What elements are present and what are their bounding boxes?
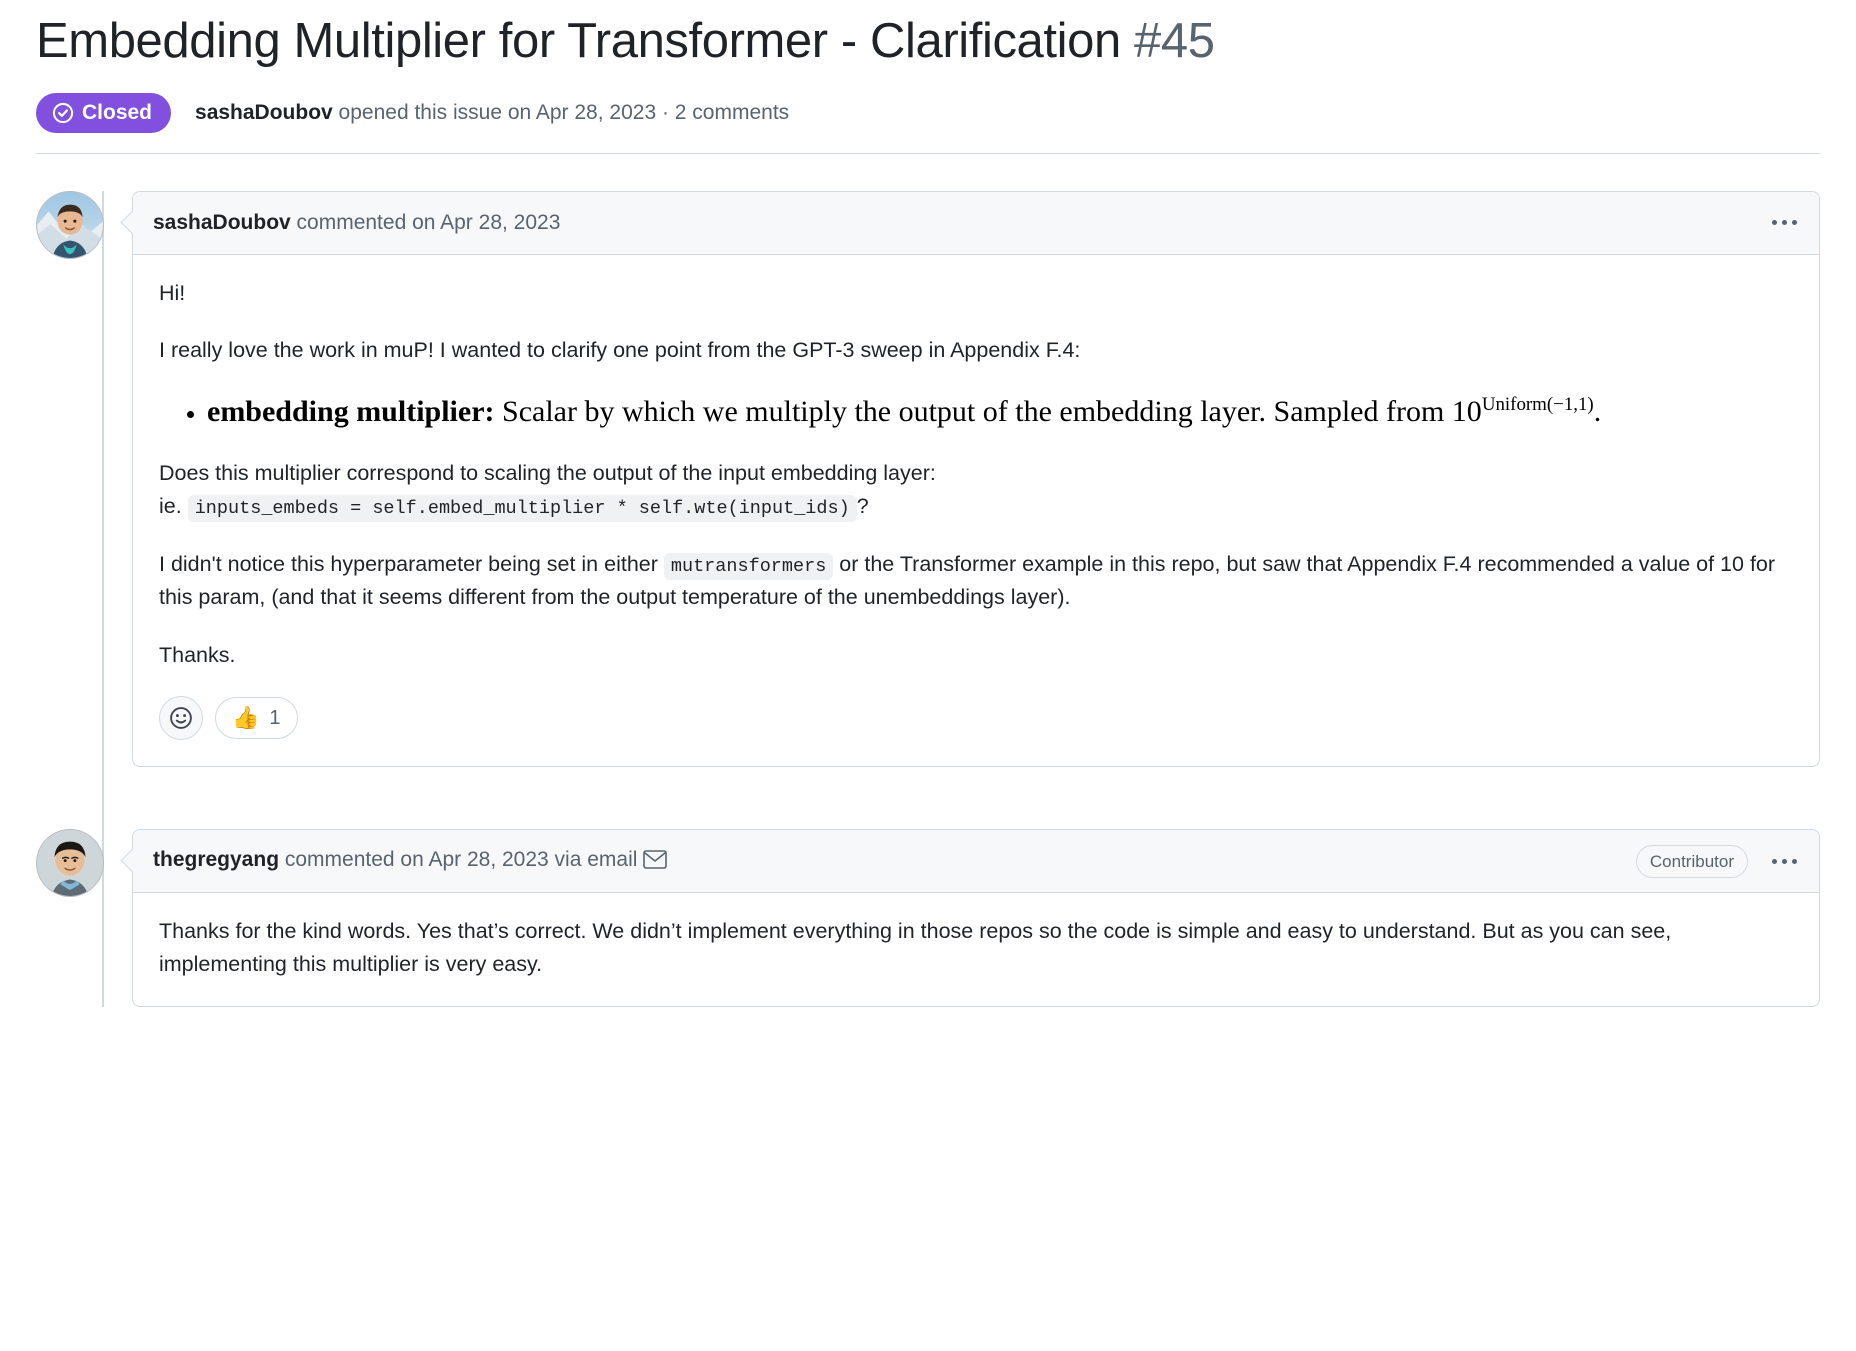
smiley-icon (170, 707, 192, 729)
comment-header-text: sashaDoubov commented on Apr 28, 2023 (153, 209, 560, 236)
comment-block: thegregyang commented on Apr 28, 2023 vi… (36, 829, 1820, 1007)
kebab-dot (1792, 220, 1797, 226)
ie-suffix: ? (856, 494, 869, 519)
issue-page: Embedding Multiplier for Transformer - C… (0, 13, 1856, 1007)
comment-paragraph-intro: I really love the work in muP! I wanted … (159, 338, 1081, 363)
kebab-horizontal-icon[interactable] (1770, 216, 1799, 229)
comment-paragraph-reply: Thanks for the kind words. Yes that’s co… (159, 919, 1672, 977)
thegregyang-avatar-image (37, 830, 103, 897)
reaction-thumbs-up[interactable]: 👍 1 (215, 697, 298, 740)
comment-paragraph-thanks: Thanks. (159, 642, 236, 667)
add-reaction-button[interactable] (159, 696, 203, 741)
email-envelope-icon (643, 849, 668, 876)
comment-body: Thanks for the kind words. Yes that’s co… (133, 893, 1819, 982)
math-text-2: . (1593, 395, 1602, 429)
kebab-dot (1782, 858, 1787, 864)
inline-code-mutransformers: mutransformers (663, 552, 834, 580)
para3-part1: I didn't notice this hyperparameter bein… (159, 551, 664, 576)
kebab-horizontal-icon[interactable] (1770, 855, 1799, 868)
math-bullet-list: embedding multiplier: Scalar by which we… (159, 391, 1793, 432)
comment-header-actions: Contributor (1635, 844, 1799, 878)
comment-card: thegregyang commented on Apr 28, 2023 vi… (132, 829, 1820, 1007)
question-line: Does this multiplier correspond to scali… (159, 460, 936, 485)
contributor-badge: Contributor (1635, 844, 1748, 878)
math-text-1: Scalar by which we multiply the output o… (494, 395, 1482, 429)
status-badge: Closed (36, 92, 172, 133)
comment-paragraph-hyperparameter: I didn't notice this hyperparameter bein… (159, 548, 1793, 615)
comment-author-link[interactable]: sashaDoubov (153, 211, 291, 234)
issue-meta-row: Closed sashaDoubov opened this issue on … (36, 92, 1820, 154)
check-circle-icon (52, 102, 74, 123)
comment-timeline: sashaDoubov commented on Apr 28, 2023 Hi… (36, 190, 1820, 1007)
inline-code-snippet: inputs_embeds = self.embed_multiplier * … (187, 495, 857, 523)
avatar[interactable] (36, 190, 104, 259)
page-title: Embedding Multiplier for Transformer - C… (36, 13, 1820, 71)
ie-prefix: ie. (159, 494, 182, 519)
comment-block: sashaDoubov commented on Apr 28, 2023 Hi… (36, 190, 1820, 768)
list-item: embedding multiplier: Scalar by which we… (207, 391, 1793, 432)
math-term: embedding multiplier: (207, 395, 495, 429)
comment-header-text: thegregyang commented on Apr 28, 2023 vi… (153, 846, 668, 876)
thumbs-up-icon: 👍 (232, 705, 260, 731)
kebab-dot (1782, 220, 1787, 226)
comment-header-actions (1770, 216, 1799, 229)
comment-header: sashaDoubov commented on Apr 28, 2023 (133, 191, 1819, 255)
issue-title-text: Embedding Multiplier for Transformer - C… (36, 14, 1121, 68)
comment-header: thegregyang commented on Apr 28, 2023 vi… (133, 830, 1819, 894)
kebab-dot (1772, 858, 1777, 864)
issue-number: #45 (1134, 14, 1215, 68)
avatar[interactable] (36, 829, 104, 898)
kebab-dot (1772, 220, 1777, 226)
issue-author-link[interactable]: sashaDoubov (195, 101, 333, 124)
comment-paragraph-greeting: Hi! (159, 280, 186, 305)
issue-meta-rest: opened this issue on Apr 28, 2023 · 2 co… (332, 101, 790, 125)
comment-body: Hi! I really love the work in muP! I wan… (133, 255, 1819, 672)
status-badge-label: Closed (82, 101, 153, 125)
sashadoubov-avatar-image (37, 191, 103, 258)
reactions-bar: 👍 1 (133, 696, 1819, 766)
comment-author-link[interactable]: thegregyang (153, 848, 279, 871)
comment-header-rest: commented on Apr 28, 2023 (290, 211, 561, 235)
comment-header-rest: commented on Apr 28, 2023 via email (279, 847, 638, 871)
comment-paragraph-question: Does this multiplier correspond to scali… (159, 457, 1793, 524)
comment-card: sashaDoubov commented on Apr 28, 2023 Hi… (132, 190, 1820, 768)
kebab-dot (1792, 858, 1797, 864)
reaction-count: 1 (269, 706, 281, 729)
issue-meta-text: sashaDoubov opened this issue on Apr 28,… (195, 99, 789, 126)
math-superscript: Uniform(−1,1) (1481, 394, 1594, 416)
